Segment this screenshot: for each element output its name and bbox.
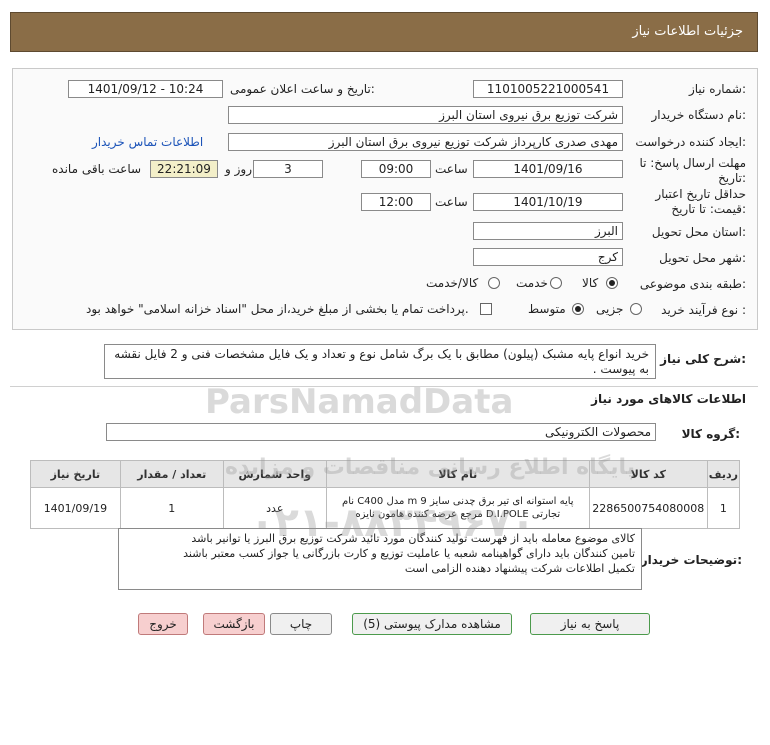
cell-qty: 1 <box>119 487 224 529</box>
deadline-time-field[interactable]: 09:00 <box>361 160 431 178</box>
contact-info-link[interactable]: اطلاعات تماس خریدار <box>92 135 203 149</box>
remaining-time-field: 22:21:09 <box>150 160 218 178</box>
back-button[interactable]: بازگشت <box>203 613 265 635</box>
category-option-service: خدمت <box>516 276 548 290</box>
days-field[interactable]: 3 <box>253 160 323 178</box>
deadline-time-label: ساعت <box>435 162 468 176</box>
category-option-both: کالا/خدمت <box>426 276 479 290</box>
reply-button[interactable]: پاسخ به نیاز <box>530 613 650 635</box>
province-field[interactable]: البرز <box>473 222 623 240</box>
col-header-qty: تعداد / مقدار <box>119 460 224 488</box>
col-header-date: تاریخ نیاز <box>30 460 121 488</box>
creator-field[interactable]: مهدی صدری کارپرداز شرکت توزیع نیروی برق … <box>228 133 623 151</box>
cell-date: 1401/09/19 <box>30 487 121 529</box>
treasury-payment-note: پرداخت تمام یا بخشی از مبلغ خرید،از محل … <box>86 302 469 316</box>
page-title: جزئیات اطلاعات نیاز <box>632 24 743 39</box>
buyer-field[interactable]: شرکت توزیع برق نیروی استان البرز <box>228 106 623 124</box>
buyer-label: نام دستگاه خریدار: <box>651 108 747 122</box>
process-radio-minor[interactable] <box>630 303 642 315</box>
process-option-medium: متوسط <box>528 302 566 316</box>
category-label: طبقه بندی موضوعی: <box>639 277 746 291</box>
page-header: جزئیات اطلاعات نیاز <box>10 12 758 52</box>
exit-button[interactable]: خروج <box>138 613 188 635</box>
description-text[interactable]: خرید انواع پایه مشبک (پیلون) مطابق با یک… <box>104 344 656 379</box>
remaining-time-label: ساعت باقی مانده <box>52 162 142 176</box>
category-radio-goods[interactable] <box>606 277 618 289</box>
watermark-phone: ۰۲۱-۸۸۳۴۹۶۷۰ <box>250 500 536 546</box>
goods-section-title: اطلاعات کالاهای مورد نیاز <box>591 392 746 406</box>
city-field[interactable]: کرج <box>473 248 623 266</box>
category-radio-both[interactable] <box>488 277 500 289</box>
buyer-notes-label: توضیحات خریدار: <box>640 553 742 567</box>
watermark-brand: ParsNamadData <box>205 382 514 422</box>
notes-line: تامین کنندگان باید دارای گواهینامه شعبه … <box>183 547 635 560</box>
category-option-goods: کالا <box>582 276 599 290</box>
validity-time-field[interactable]: 12:00 <box>361 193 431 211</box>
cell-code: 2286500754080008 <box>588 487 708 529</box>
city-label: شهر محل تحویل: <box>659 251 746 265</box>
goods-group-field[interactable]: محصولات الکترونیکی <box>106 423 656 441</box>
watermark-subtitle: پایگاه اطلاع رسانی مناقصات و مزایده <box>225 455 635 480</box>
process-label: نوع فرآیند خرید : <box>661 303 746 317</box>
process-radio-medium[interactable] <box>572 303 584 315</box>
view-attachments-button[interactable]: مشاهده مدارک پیوستی (5) <box>352 613 512 635</box>
validity-date-field[interactable]: 1401/10/19 <box>473 193 623 211</box>
category-radio-service[interactable] <box>550 277 562 289</box>
validity-date-label: قیمت: تا تاریخ: <box>671 202 746 216</box>
col-header-row: ردیف <box>706 460 741 488</box>
deadline-date-label: تاریخ: <box>718 171 746 185</box>
days-label: روز و <box>225 162 252 176</box>
validity-time-label: ساعت <box>435 195 468 209</box>
cell-row: 1 <box>706 487 741 529</box>
print-button[interactable]: چاپ <box>270 613 332 635</box>
deadline-label: مهلت ارسال پاسخ: تا <box>639 156 746 170</box>
deadline-date-field[interactable]: 1401/09/16 <box>473 160 623 178</box>
announce-field[interactable]: 1401/09/12 - 10:24 <box>68 80 223 98</box>
validity-label: حداقل تاریخ اعتبار <box>655 187 746 201</box>
goods-group-label: گروه کالا: <box>681 427 740 441</box>
description-label: شرح کلی نیاز: <box>660 352 746 366</box>
notes-line: تکمیل اطلاعات شرکت پیشنهاد دهنده الزامی … <box>404 562 635 575</box>
treasury-payment-checkbox[interactable] <box>480 303 492 315</box>
need-number-label: شماره نیاز: <box>688 82 746 96</box>
creator-label: ایجاد کننده درخواست: <box>635 135 746 149</box>
announce-label: تاریخ و ساعت اعلان عمومی: <box>230 82 375 96</box>
province-label: استان محل تحویل: <box>651 225 746 239</box>
need-number-field[interactable]: 1101005221000541 <box>473 80 623 98</box>
process-option-minor: جزیی <box>596 302 624 316</box>
